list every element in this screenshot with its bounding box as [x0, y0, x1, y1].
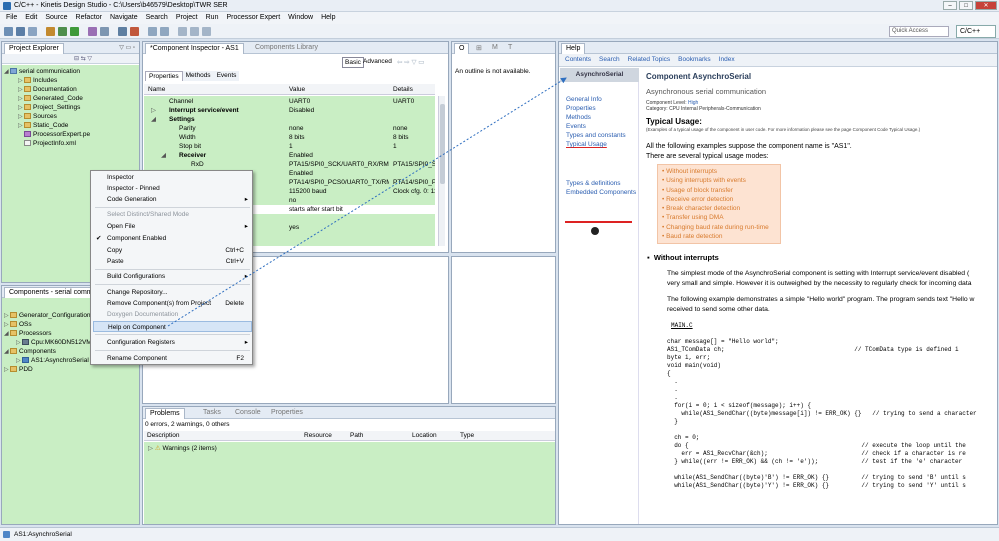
component-icon [3, 531, 10, 538]
status-bar: AS1:AsynchroSerial [0, 527, 999, 541]
annotation-arrow [167, 77, 567, 327]
status-text: AS1:AsynchroSerial [14, 531, 72, 538]
